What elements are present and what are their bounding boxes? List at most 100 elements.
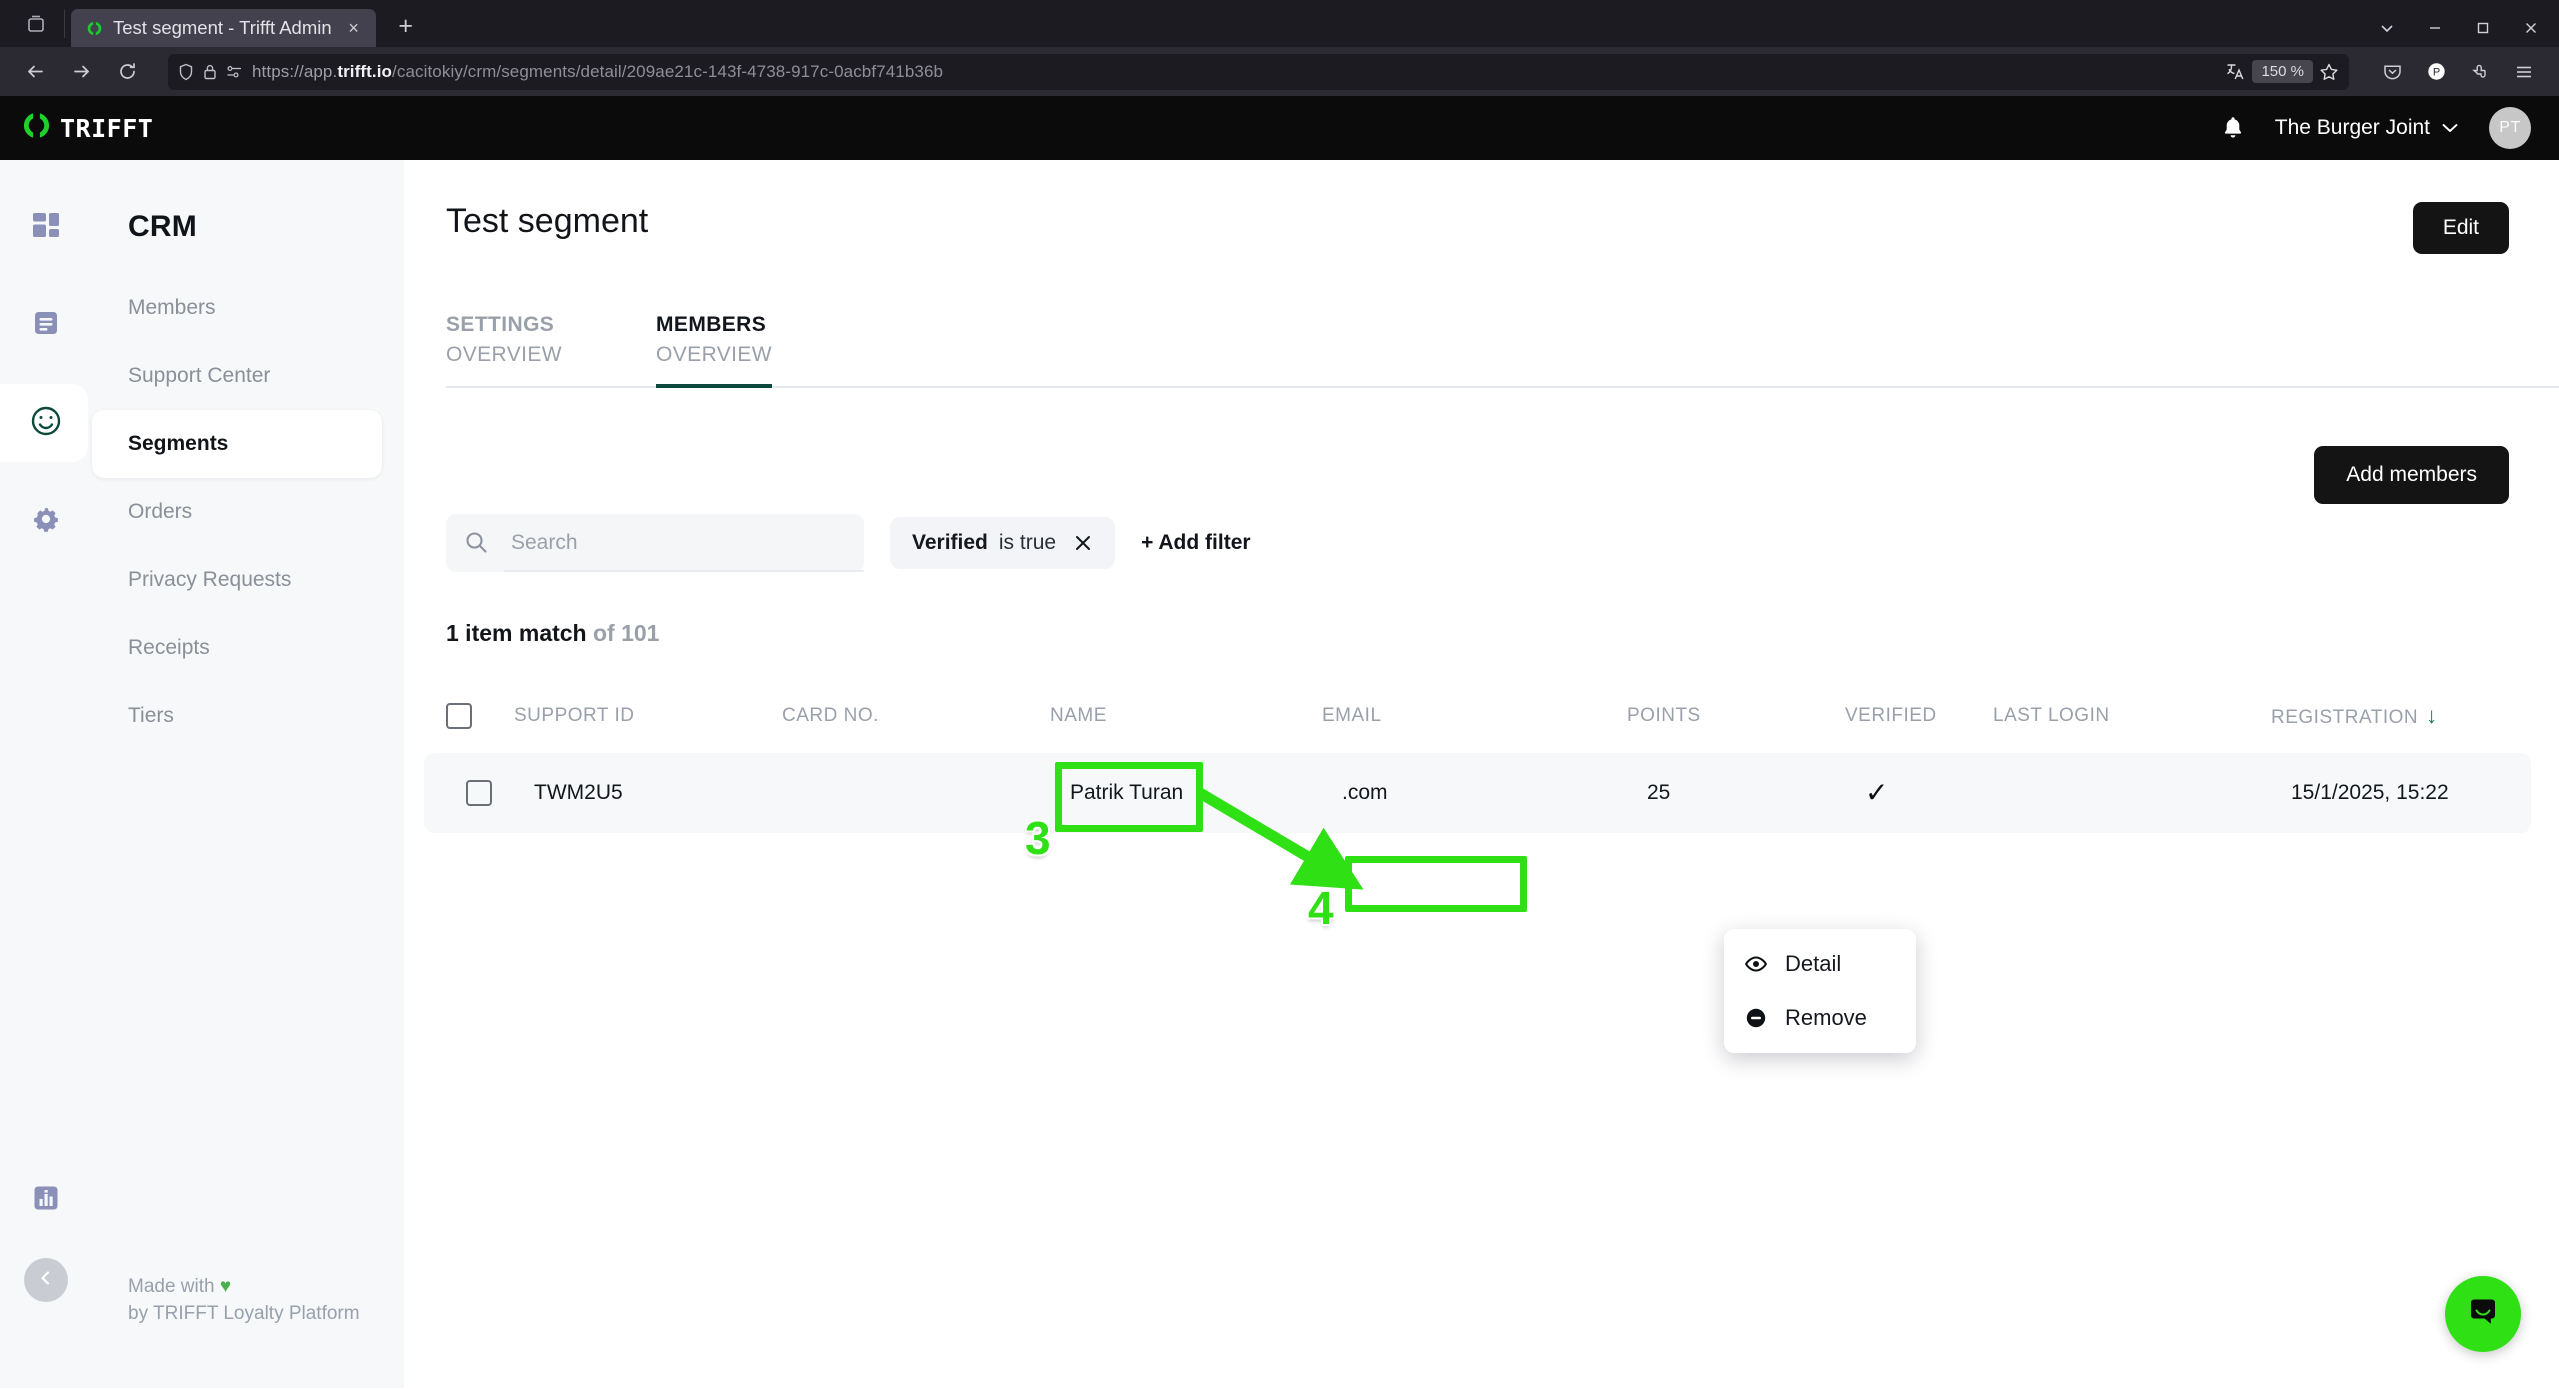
sidebar-item-label: Receipts xyxy=(128,636,210,659)
star-icon[interactable] xyxy=(2319,62,2339,82)
browser-tab[interactable]: Test segment - Trifft Admin × xyxy=(71,9,376,47)
trifft-logo-icon xyxy=(85,19,103,37)
column-header-registration[interactable]: REGISTRATION ↓ xyxy=(2271,703,2559,729)
filter-chip-remove-icon[interactable] xyxy=(1073,533,1093,553)
tab-label-line1: MEMBERS xyxy=(656,313,767,336)
window-controls xyxy=(2363,9,2559,47)
search-input[interactable] xyxy=(489,513,864,572)
firefox-view-button[interactable] xyxy=(8,0,64,47)
hamburger-menu-icon[interactable] xyxy=(2503,54,2545,90)
sidebar-item-label: Privacy Requests xyxy=(128,568,292,591)
add-members-button[interactable]: Add members xyxy=(2314,445,2509,504)
tab-settings-overview[interactable]: SETTINGS OVERVIEW xyxy=(446,310,596,388)
tab-close-icon[interactable]: × xyxy=(342,16,366,40)
edit-button[interactable]: Edit xyxy=(2412,202,2509,254)
sidebar-item-label: Members xyxy=(128,296,216,319)
cell-name: Patrik Turan xyxy=(1070,780,1184,804)
filter-chip-verified[interactable]: Verified is true xyxy=(890,516,1116,569)
smiley-face-icon xyxy=(29,404,63,443)
column-header-verified[interactable]: VERIFIED xyxy=(1845,705,1993,727)
reload-icon[interactable] xyxy=(106,54,148,90)
organization-switcher[interactable]: The Burger Joint xyxy=(2275,116,2459,140)
cell-support-id: TWM2U5 xyxy=(534,780,623,804)
table-row[interactable]: TWM2U5 Patrik Turan .com 25 ✓ 15/1/2025,… xyxy=(424,752,2531,833)
user-avatar[interactable]: PT xyxy=(2489,107,2531,149)
app-logo[interactable]: TRIFFT xyxy=(22,111,153,145)
cell-points: 25 xyxy=(1647,780,1671,804)
svg-text:P: P xyxy=(2432,67,2439,79)
column-header-name[interactable]: NAME xyxy=(1050,705,1322,727)
maximize-icon[interactable] xyxy=(2459,9,2507,47)
sidebar-item-orders[interactable]: Orders xyxy=(92,478,382,546)
shield-icon[interactable] xyxy=(178,63,194,81)
forward-arrow-icon[interactable] xyxy=(60,54,102,90)
url-scheme: https://app. xyxy=(252,61,338,81)
zoom-level-badge[interactable]: 150 % xyxy=(2252,60,2313,83)
rail-item-crm[interactable] xyxy=(0,384,92,462)
minimize-icon[interactable] xyxy=(2411,9,2459,47)
rail-item-dashboard[interactable] xyxy=(0,188,92,266)
app-logo-text: TRIFFT xyxy=(60,113,154,143)
sidebar-item-segments[interactable]: Segments xyxy=(92,410,382,478)
filter-bar: Verified is true + Add filter xyxy=(404,504,2559,572)
column-header-card-no[interactable]: CARD NO. xyxy=(782,705,1050,727)
sidebar-item-receipts[interactable]: Receipts xyxy=(92,614,382,682)
translate-icon[interactable] xyxy=(2225,61,2246,82)
sidebar-footer: Made with ♥ by TRIFFT Loyalty Platform xyxy=(128,1273,360,1328)
profile-icon[interactable]: P xyxy=(2415,54,2457,90)
column-header-points[interactable]: POINTS xyxy=(1627,705,1845,727)
new-tab-button[interactable]: + xyxy=(386,9,426,47)
cell-registration: 15/1/2025, 15:22 xyxy=(2291,780,2449,804)
column-header-email[interactable]: EMAIL xyxy=(1322,705,1627,727)
url-path: /cacitokiy/crm/segments/detail/209ae21c-… xyxy=(392,61,944,81)
column-header-support-id[interactable]: SUPPORT ID xyxy=(514,705,782,727)
lock-icon[interactable] xyxy=(203,63,217,81)
browser-toolbar-actions: P xyxy=(2363,54,2545,90)
menu-item-detail[interactable]: Detail xyxy=(1724,937,1916,991)
notifications-bell-icon[interactable] xyxy=(2221,115,2245,141)
rail-item-content[interactable] xyxy=(0,286,92,364)
intercom-chat-icon xyxy=(2464,1293,2502,1336)
menu-item-label: Remove xyxy=(1785,1005,1867,1030)
column-header-last-login[interactable]: LAST LOGIN xyxy=(1993,705,2271,727)
tab-label-line2: OVERVIEW xyxy=(446,342,563,366)
list-all-tabs-icon[interactable] xyxy=(2363,9,2411,47)
sidebar-section-title: CRM xyxy=(128,210,197,243)
browser-tab-title: Test segment - Trifft Admin xyxy=(113,17,332,38)
results-total: of 101 xyxy=(593,619,660,646)
page-header: Test segment Edit xyxy=(404,160,2559,254)
row-select-checkbox[interactable] xyxy=(466,779,534,806)
tab-label-line1: SETTINGS xyxy=(446,313,555,336)
sidebar-navigation: CRM Members Support Center Segments Orde… xyxy=(92,160,404,1388)
sidebar-item-label: Tiers xyxy=(128,704,174,727)
pocket-icon[interactable] xyxy=(2371,54,2413,90)
support-chat-launcher[interactable] xyxy=(2445,1276,2521,1352)
sidebar-item-label: Support Center xyxy=(128,364,271,387)
sidebar-item-support-center[interactable]: Support Center xyxy=(92,342,382,410)
trifft-mark-icon xyxy=(22,111,51,145)
app-body: CRM Members Support Center Segments Orde… xyxy=(0,160,2559,1388)
sidebar-footer-line2: by TRIFFT Loyalty Platform xyxy=(128,1303,360,1325)
menu-item-remove[interactable]: Remove xyxy=(1724,991,1916,1045)
chevron-down-icon xyxy=(2441,116,2459,140)
eye-icon xyxy=(1744,952,1768,976)
rail-item-settings[interactable] xyxy=(0,482,92,560)
select-all-checkbox[interactable] xyxy=(446,702,514,729)
tab-members-overview[interactable]: MEMBERS OVERVIEW xyxy=(656,310,806,388)
extensions-icon[interactable] xyxy=(2459,54,2501,90)
sidebar-item-label: Orders xyxy=(128,500,193,523)
rail-item-analytics[interactable] xyxy=(0,1183,92,1218)
back-arrow-icon[interactable] xyxy=(14,54,56,90)
permissions-icon[interactable] xyxy=(226,65,243,79)
search-box[interactable] xyxy=(446,513,864,572)
sidebar-collapse-button[interactable] xyxy=(24,1258,68,1302)
browser-navigation-bar: https://app.trifft.io/cacitokiy/crm/segm… xyxy=(0,47,2559,96)
sidebar-item-privacy-requests[interactable]: Privacy Requests xyxy=(92,546,382,614)
sidebar-item-members[interactable]: Members xyxy=(92,274,382,342)
main-content: Test segment Edit SETTINGS OVERVIEW MEMB… xyxy=(404,160,2559,1388)
window-close-icon[interactable] xyxy=(2507,9,2555,47)
url-text: https://app.trifft.io/cacitokiy/crm/segm… xyxy=(252,62,943,82)
add-filter-button[interactable]: + Add filter xyxy=(1141,531,1250,555)
url-bar[interactable]: https://app.trifft.io/cacitokiy/crm/segm… xyxy=(168,53,2349,90)
sidebar-item-tiers[interactable]: Tiers xyxy=(92,682,382,750)
